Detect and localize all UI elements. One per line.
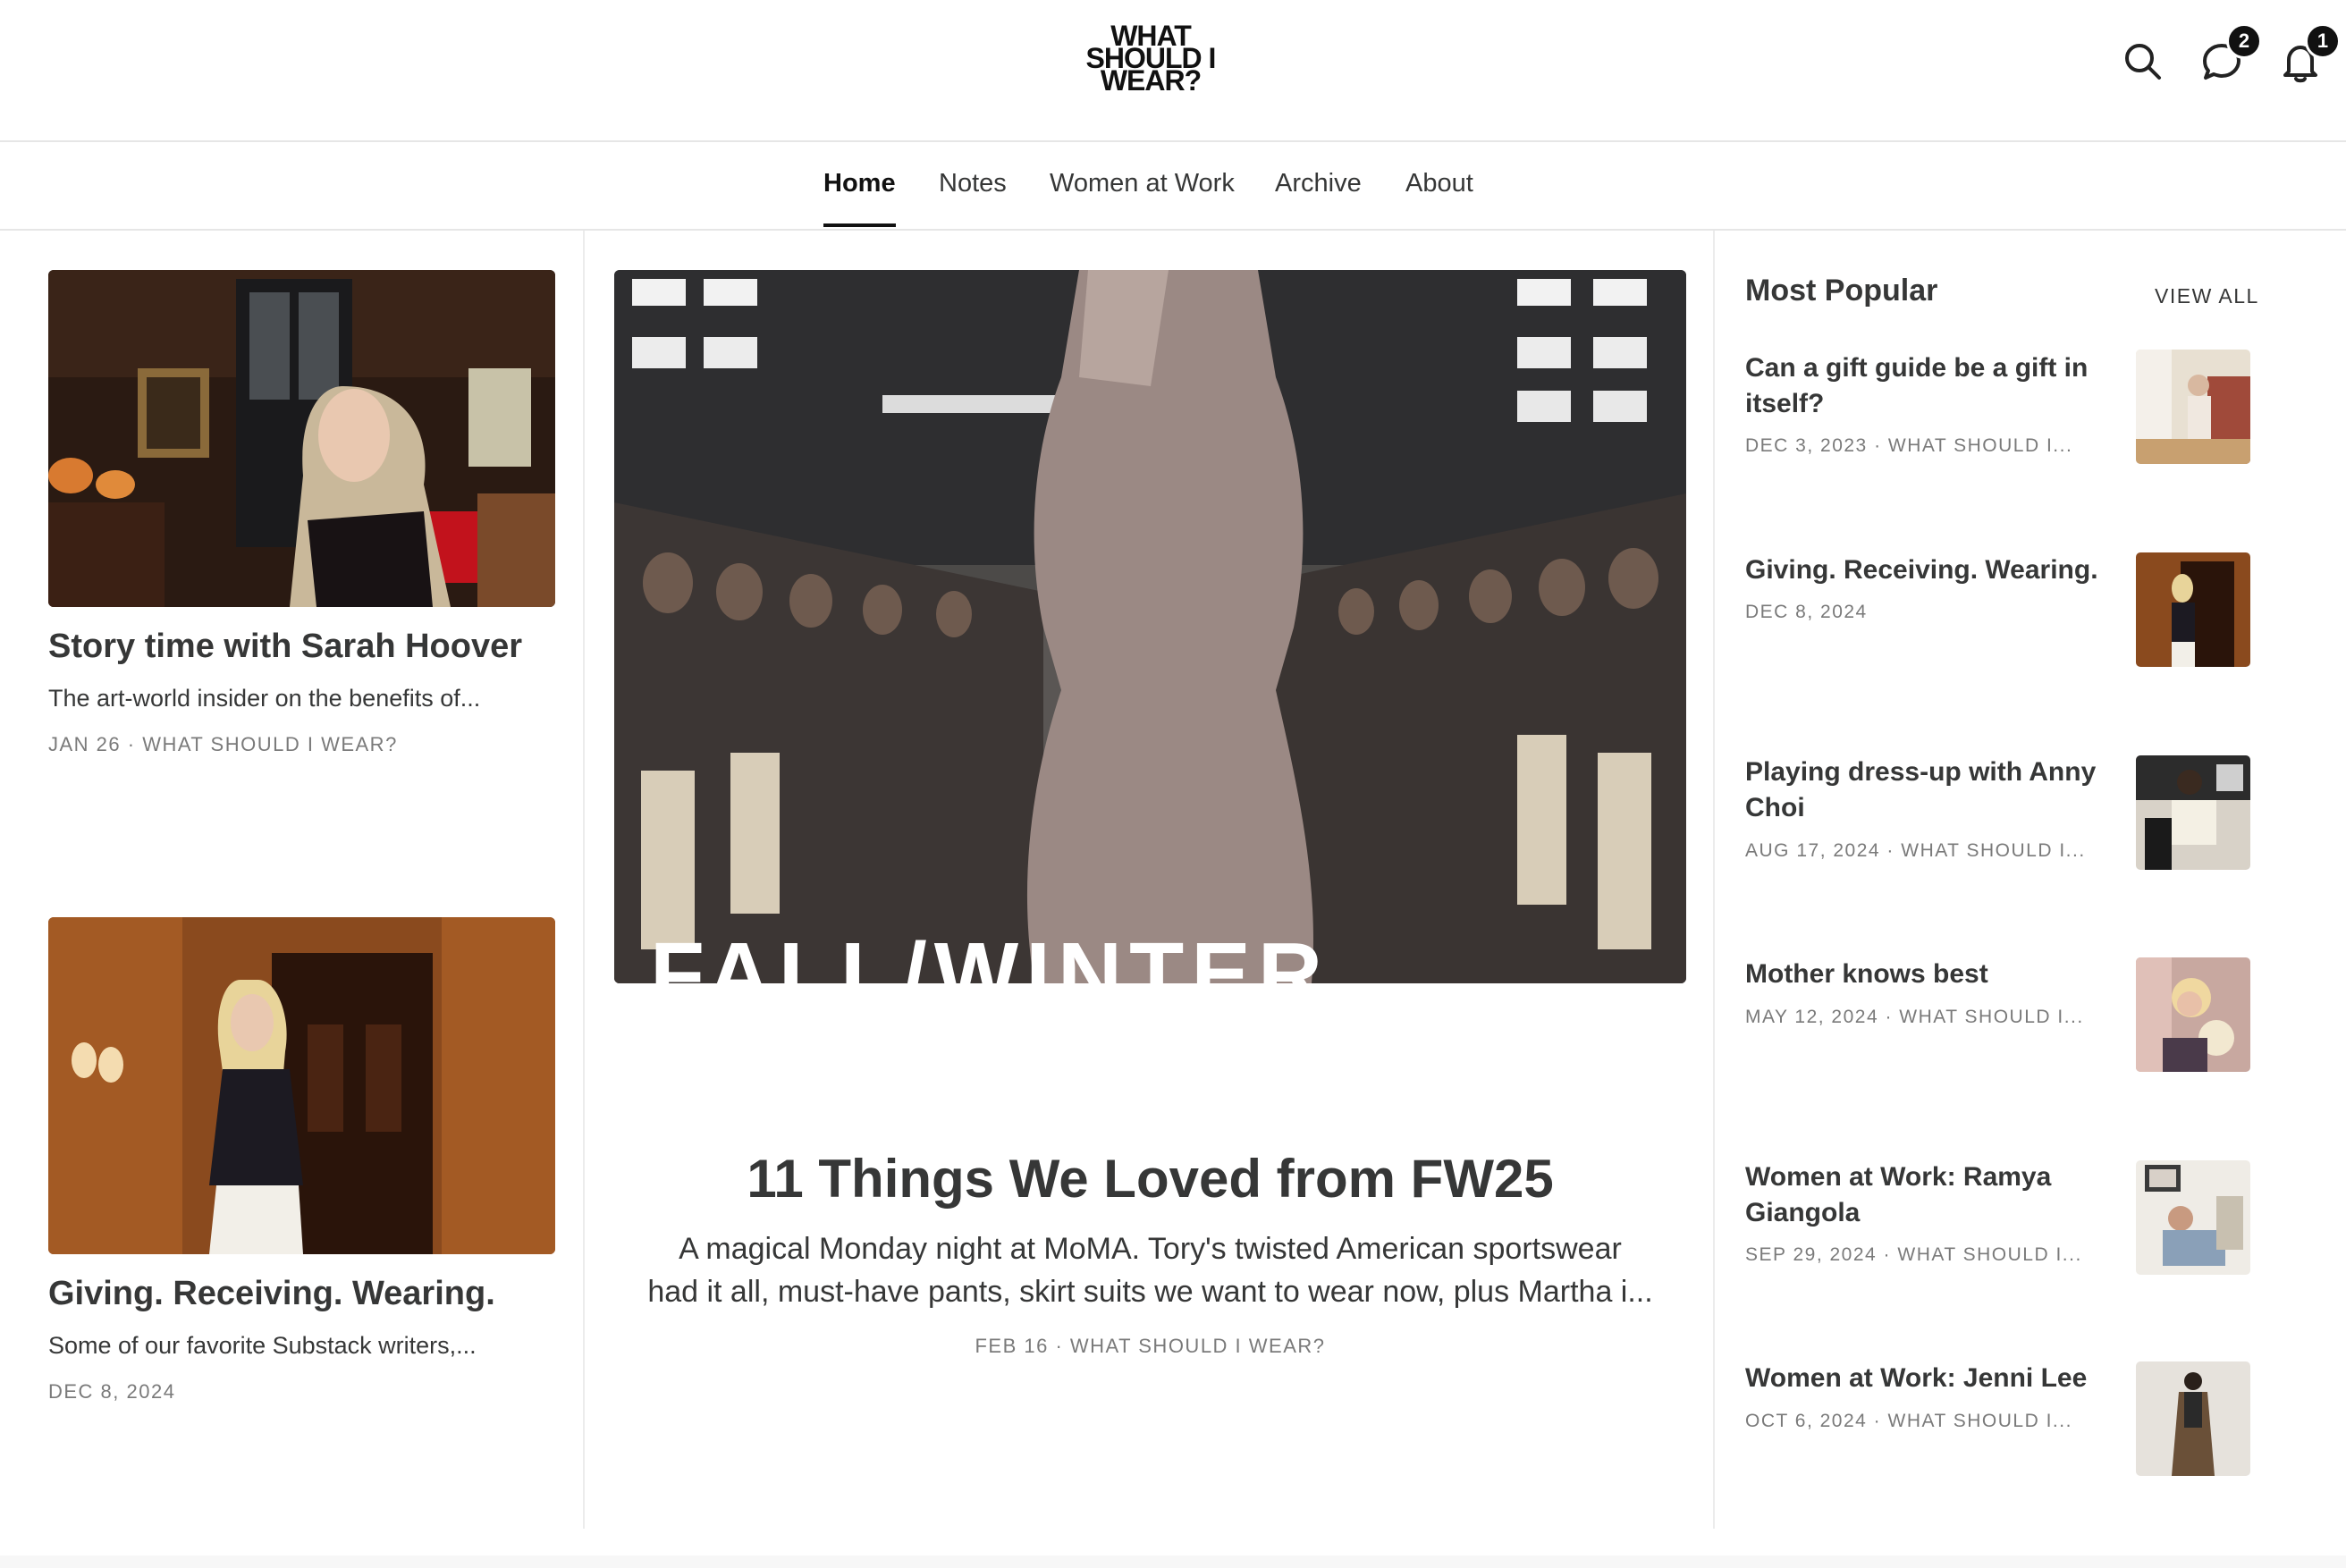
post-subtitle: Some of our favorite Substack writers,..… <box>48 1332 477 1359</box>
post-title[interactable]: Giving. Receiving. Wearing. <box>48 1275 495 1313</box>
popular-item-title[interactable]: Giving. Receiving. Wearing. <box>1745 552 2121 588</box>
column-divider <box>583 231 585 1529</box>
featured-image-overlay-text: FALL/WINTER <box>650 924 1329 983</box>
column-divider <box>1713 231 1715 1529</box>
popular-item-thumbnail[interactable] <box>2136 957 2250 1072</box>
nav-active-indicator <box>823 223 896 227</box>
popular-item-title[interactable]: Can a gift guide be a gift in itself? <box>1745 350 2121 422</box>
popular-item-meta: SEP 29, 2024 · WHAT SHOULD I... <box>1745 1244 2082 1265</box>
post-thumbnail-sarah-hoover[interactable] <box>48 270 555 607</box>
post-meta: DEC 8, 2024 <box>48 1380 176 1403</box>
popular-item-thumbnail[interactable] <box>2136 1160 2250 1275</box>
popular-item-thumbnail[interactable] <box>2136 755 2250 870</box>
post-title[interactable]: Story time with Sarah Hoover <box>48 628 522 666</box>
popular-item-thumbnail[interactable] <box>2136 350 2250 464</box>
most-popular-heading: Most Popular <box>1745 274 1938 308</box>
featured-post-subtitle: had it all, must-have pants, skirt suits… <box>647 1275 1653 1309</box>
site-logo[interactable]: WHAT SHOULD I WEAR? <box>1073 21 1228 95</box>
nav-about[interactable]: About <box>1405 169 1473 198</box>
bell-icon[interactable]: 1 <box>2278 23 2341 84</box>
popular-item-meta: DEC 3, 2023 · WHAT SHOULD I... <box>1745 435 2073 456</box>
site-header: WHAT SHOULD I WEAR? 2 1 <box>0 0 2346 142</box>
page-bottom-band <box>0 1555 2346 1568</box>
search-icon[interactable] <box>2121 39 2165 84</box>
messages-badge: 2 <box>2226 23 2262 59</box>
featured-post-title[interactable]: 11 Things We Loved from FW25 <box>614 1148 1686 1210</box>
popular-item-meta: AUG 17, 2024 · WHAT SHOULD I... <box>1745 840 2086 861</box>
popular-item-title[interactable]: Mother knows best <box>1745 957 2121 992</box>
chat-bubble-icon[interactable]: 2 <box>2199 23 2262 84</box>
featured-post-image[interactable]: FALL/WINTER <box>614 270 1686 983</box>
popular-item-title[interactable]: Women at Work: Ramya Giangola <box>1745 1159 2121 1231</box>
nav-women-at-work[interactable]: Women at Work <box>1050 169 1235 198</box>
featured-post-meta: FEB 16 · WHAT SHOULD I WEAR? <box>975 1335 1326 1357</box>
post-thumbnail-giving-receiving[interactable] <box>48 917 555 1254</box>
popular-item-thumbnail[interactable] <box>2136 1361 2250 1476</box>
popular-item-thumbnail[interactable] <box>2136 552 2250 667</box>
notifications-badge: 1 <box>2305 23 2341 59</box>
main-nav: Home Notes Women at Work Archive About <box>0 142 2346 231</box>
featured-post-subtitle: A magical Monday night at MoMA. Tory's t… <box>679 1232 1622 1266</box>
nav-home[interactable]: Home <box>823 169 896 198</box>
view-all-link[interactable]: VIEW ALL <box>2155 284 2259 308</box>
popular-item-meta: DEC 8, 2024 <box>1745 602 1868 622</box>
nav-notes[interactable]: Notes <box>939 169 1007 198</box>
popular-item-title[interactable]: Playing dress-up with Anny Choi <box>1745 754 2121 826</box>
popular-item-meta: OCT 6, 2024 · WHAT SHOULD I... <box>1745 1411 2072 1431</box>
popular-item-meta: MAY 12, 2024 · WHAT SHOULD I... <box>1745 1007 2084 1027</box>
popular-item-title[interactable]: Women at Work: Jenni Lee <box>1745 1361 2121 1396</box>
nav-archive[interactable]: Archive <box>1275 169 1362 198</box>
post-meta: JAN 26 · WHAT SHOULD I WEAR? <box>48 733 398 755</box>
post-subtitle: The art-world insider on the benefits of… <box>48 685 481 712</box>
